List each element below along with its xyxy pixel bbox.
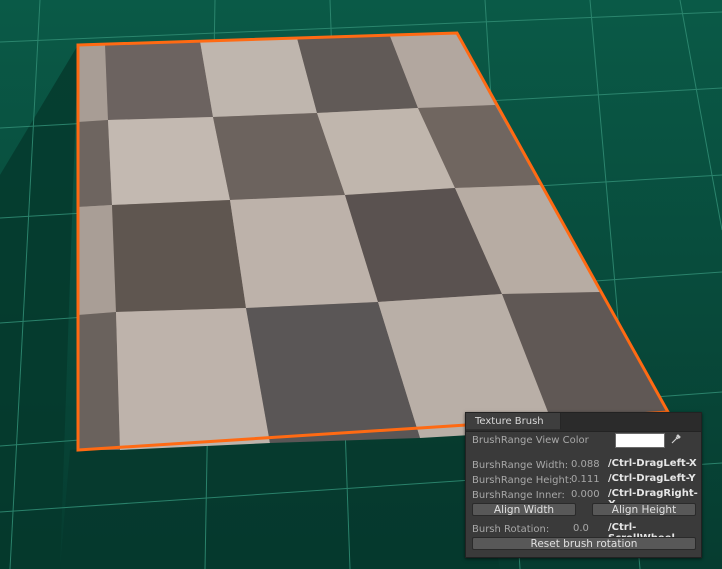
reset-rotation-button[interactable]: Reset brush rotation	[472, 537, 696, 550]
align-height-button[interactable]: Align Height	[592, 503, 696, 516]
height-shortcut: /Ctrl-DragLeft-Y	[608, 473, 696, 484]
width-label: BurshRange Width:	[472, 460, 569, 471]
tab-texture-brush[interactable]: Texture Brush	[466, 413, 561, 430]
height-value[interactable]: 0.111	[571, 474, 600, 485]
inner-value[interactable]: 0.000	[571, 489, 600, 500]
texture-brush-panel: Texture Brush BrushRange View Color Burs…	[465, 412, 702, 558]
inner-label: BurshRange Inner:	[472, 490, 565, 501]
eyedropper-icon[interactable]	[670, 433, 684, 448]
view-color-swatch[interactable]	[615, 433, 665, 448]
rotation-value[interactable]: 0.0	[573, 523, 589, 534]
align-width-button[interactable]: Align Width	[472, 503, 576, 516]
width-shortcut: /Ctrl-DragLeft-X	[608, 458, 697, 469]
scene-viewport[interactable]: Texture Brush BrushRange View Color Burs…	[0, 0, 722, 569]
width-value[interactable]: 0.088	[571, 459, 600, 470]
view-color-label: BrushRange View Color	[472, 435, 589, 446]
rotation-label: Bursh Rotation:	[472, 524, 550, 535]
height-label: BurshRange Height:	[472, 475, 573, 486]
